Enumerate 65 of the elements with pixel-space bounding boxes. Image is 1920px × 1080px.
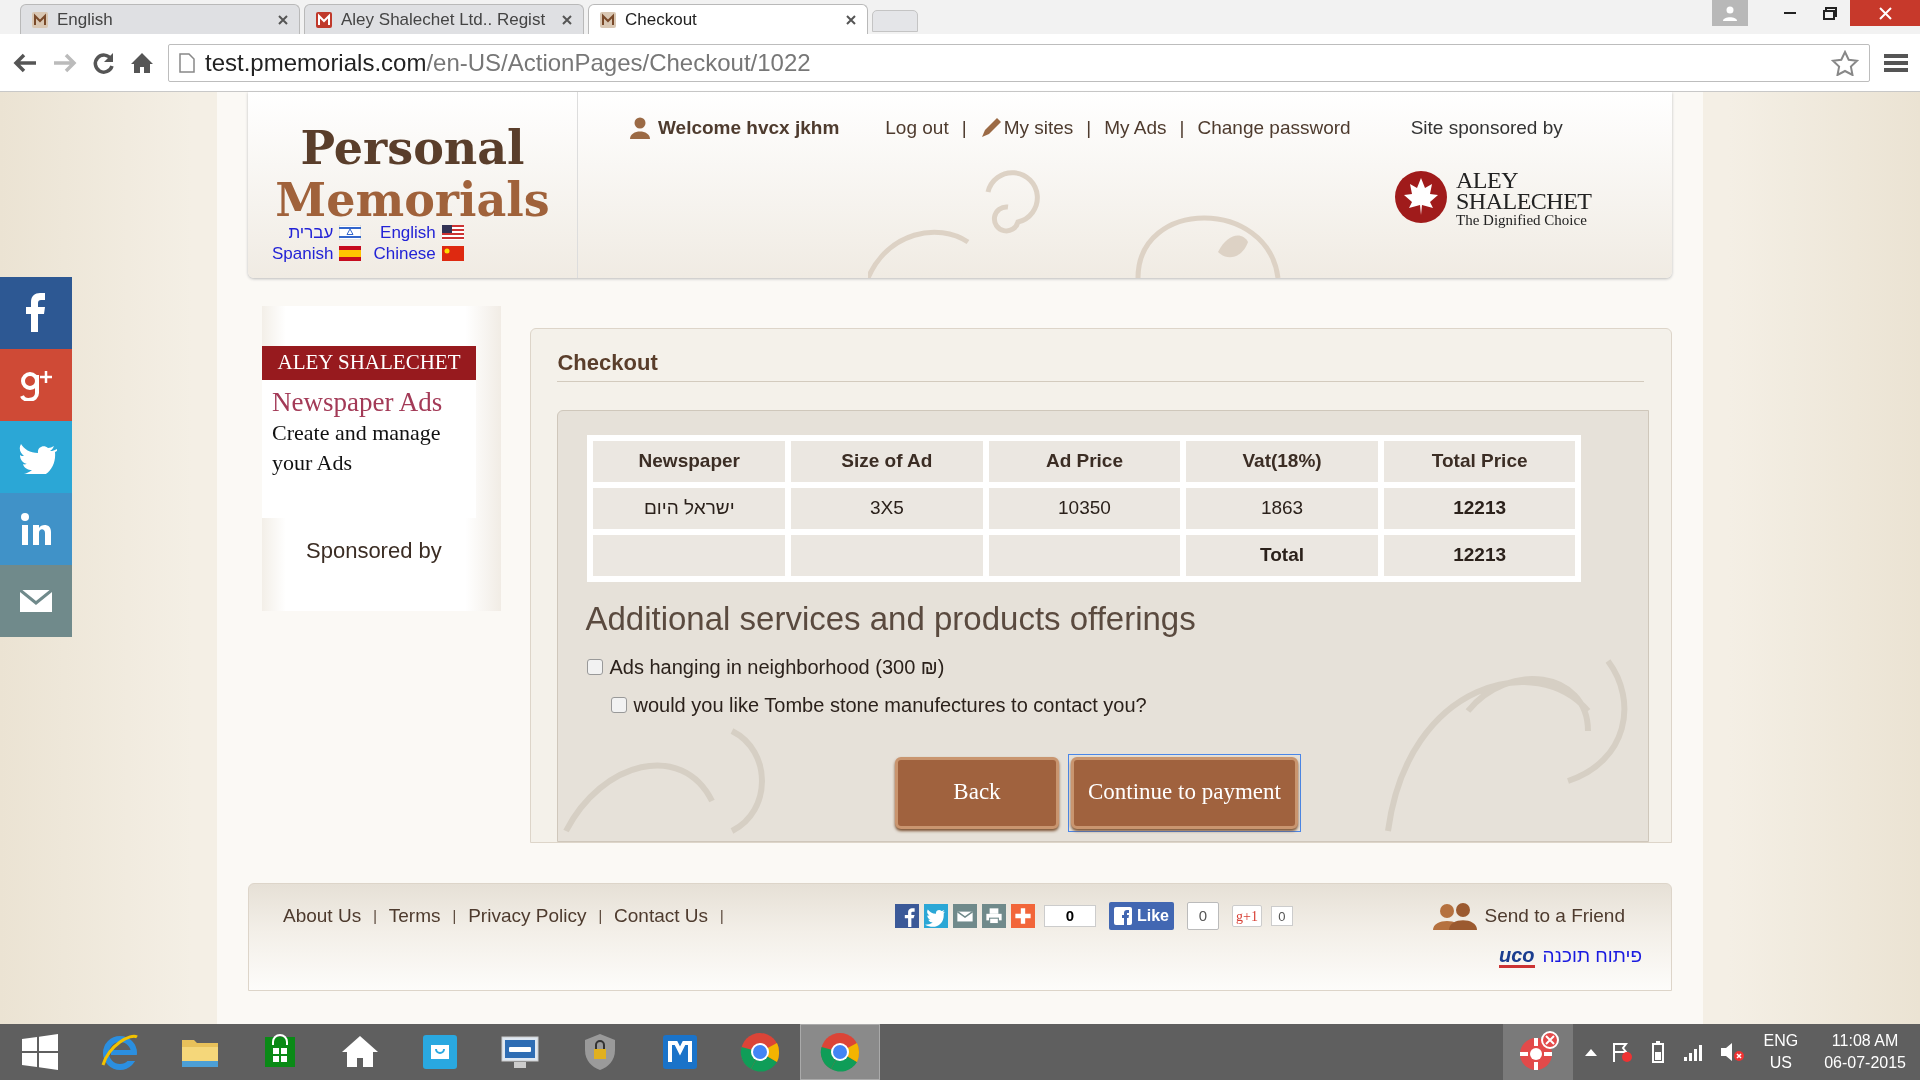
tab-title: Aley Shalechet Ltd.. Regist — [341, 8, 547, 31]
address-bar[interactable]: test.pmemorials.com/en-US/ActionPages/Checkout/1022 — [168, 43, 1870, 82]
credit-link[interactable]: פיתוח תוכנה — [1542, 942, 1642, 971]
option-label: would you like Tombe stone manufectures to contact you? — [633, 692, 1147, 718]
nav-link[interactable]: My sites — [979, 114, 1074, 143]
table-cell: 12213 — [1383, 488, 1576, 529]
table-cell: 1863 — [1186, 488, 1378, 529]
separator-text: | — [720, 906, 724, 926]
separator-text: | — [1179, 116, 1185, 140]
ad-text: Create and manage your Ads — [272, 419, 442, 477]
column-header: Total Price — [1383, 441, 1576, 482]
send-to-friend-link[interactable]: Send to a Friend — [1432, 902, 1625, 931]
separator-text: | — [961, 116, 967, 140]
table-cell: Total — [1186, 535, 1378, 576]
option-label: Ads hanging in neighborhood (300 ₪) — [609, 654, 945, 680]
table-cell: 3X5 — [791, 488, 983, 529]
table-cell: ישראל היום — [593, 488, 786, 529]
column-header: Ad Price — [988, 441, 1181, 482]
action-button[interactable]: Back — [895, 756, 1059, 829]
separator-text: | — [598, 906, 603, 926]
google-plus-count: 0 — [1270, 906, 1293, 927]
nav-link[interactable]: Change password — [1197, 114, 1351, 143]
clock[interactable]: 11:08 AM 06-07-2015 — [1824, 1030, 1906, 1074]
footer-link[interactable]: Contact Us — [614, 902, 709, 931]
language-link[interactable]: Spanish — [272, 243, 362, 264]
tab-title: Checkout — [625, 8, 698, 31]
section-heading: Additional services and products offerings — [585, 599, 1197, 639]
ad-title: Newspaper Ads — [272, 386, 444, 418]
url-text: test.pmemorials.com/en-US/ActionPages/Checkout/1022 — [205, 47, 812, 78]
sponsor-logo[interactable]: ALEY SHALECHET The Dignified Choice — [1390, 170, 1592, 228]
credit-logo: uco — [1498, 944, 1535, 968]
separator-text: | — [373, 906, 377, 926]
logo-text: The Dignified Choice — [1456, 212, 1588, 228]
like-count: 0 — [1187, 902, 1219, 931]
table-cell: 12213 — [1383, 535, 1576, 576]
ad-banner: ALEY SHALECHET — [262, 346, 476, 380]
checkout-title: Checkout — [557, 346, 1645, 382]
separator-text: | — [452, 906, 457, 926]
like-button[interactable]: Like — [1109, 902, 1174, 931]
separator-text: | — [1086, 116, 1092, 140]
column-header: Vat(18%) — [1186, 441, 1378, 482]
welcome-text: Welcome hvcx jkhm — [658, 116, 840, 140]
sponsor-label: Site sponsored by — [1410, 116, 1563, 140]
tab-title: English — [57, 8, 114, 31]
logo-text: SHALECHET — [1456, 191, 1592, 212]
column-header: Newspaper — [593, 441, 786, 482]
nav-link[interactable]: Log out — [885, 114, 949, 143]
footer-link[interactable]: Privacy Policy — [468, 902, 587, 931]
browser-tab[interactable]: Checkout — [588, 4, 868, 34]
footer-link[interactable]: Terms — [388, 902, 441, 931]
google-plus-button[interactable]: g+1 — [1232, 905, 1262, 928]
language-link[interactable]: Chinese — [373, 243, 464, 264]
browser-tab[interactable]: Aley Shalechet Ltd.. Regist — [304, 4, 584, 34]
logo-text: ALEY — [1456, 170, 1519, 191]
footer-link[interactable]: About Us — [283, 902, 362, 931]
action-button[interactable]: Continue to payment — [1071, 756, 1298, 829]
sponsored-label: Sponsored by — [306, 537, 443, 565]
logo-text: Personal — [300, 122, 525, 174]
ad-card[interactable]: ALEY SHALECHET Newspaper Ads Create and manage your Ads — [262, 346, 476, 518]
browser-tab[interactable]: English — [20, 4, 300, 34]
share-count: 0 — [1044, 905, 1096, 928]
table-cell: 10350 — [988, 488, 1181, 529]
column-header: Size of Ad — [791, 441, 983, 482]
nav-link[interactable]: My Ads — [1104, 114, 1167, 143]
input-language-indicator[interactable]: ENG US — [1763, 1030, 1799, 1074]
